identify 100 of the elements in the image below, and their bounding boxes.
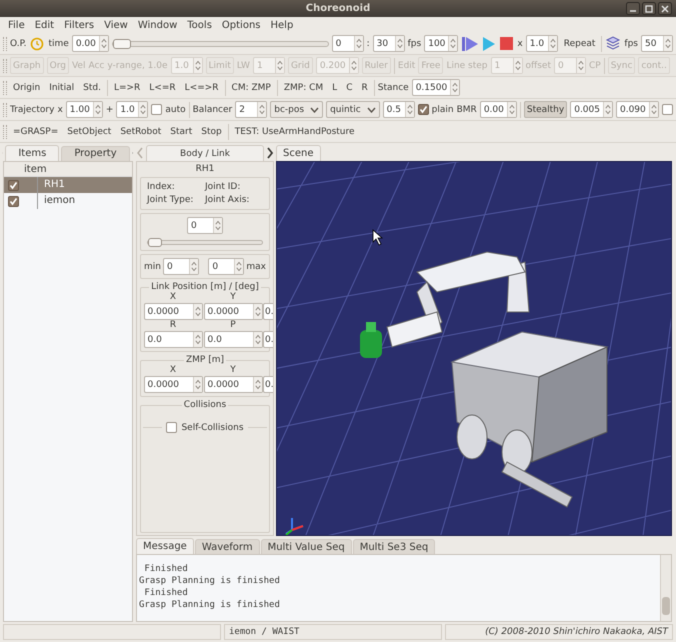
- chevron-right-icon[interactable]: [266, 147, 274, 159]
- spin-arrows-icon[interactable]: [192, 304, 202, 319]
- toolbar-grip[interactable]: [3, 124, 7, 138]
- toolbar-button[interactable]: L=>R: [110, 79, 144, 96]
- spin-arrows-icon[interactable]: [252, 332, 262, 347]
- spin-box[interactable]: 0.: [263, 303, 273, 320]
- menu-item[interactable]: File: [3, 20, 30, 30]
- toolbar-button[interactable]: Repeat: [560, 35, 598, 52]
- slider-thumb[interactable]: [112, 38, 131, 48]
- toolbar-button[interactable]: L<=R: [146, 79, 179, 96]
- checkbox[interactable]: [8, 180, 19, 190]
- menu-item[interactable]: View: [99, 20, 133, 30]
- time-slider[interactable]: [112, 40, 329, 46]
- toolbar-button[interactable]: Stop: [198, 123, 225, 140]
- spin-arrows-icon[interactable]: [138, 102, 148, 117]
- toolbar-button[interactable]: Initial: [46, 79, 78, 96]
- toolbar-grip[interactable]: [3, 36, 7, 50]
- toolbar-button[interactable]: SetRobot: [117, 123, 164, 140]
- checkbox[interactable]: [151, 104, 162, 115]
- joint-slider[interactable]: [147, 240, 263, 245]
- spin-arrows-icon[interactable]: [192, 332, 202, 347]
- panel-tab[interactable]: Property: [61, 146, 130, 160]
- spin-arrows-icon[interactable]: [257, 102, 266, 117]
- spin-box[interactable]: 2: [235, 101, 268, 118]
- slider-thumb[interactable]: [148, 238, 162, 247]
- play-icon[interactable]: [461, 36, 480, 52]
- checkbox[interactable]: [8, 196, 19, 206]
- menu-item[interactable]: Window: [132, 20, 182, 30]
- toolbar-button[interactable]: Start: [167, 123, 196, 140]
- stop-icon[interactable]: [499, 36, 514, 51]
- toolbar-button[interactable]: TEST: UseArmHandPosture: [232, 123, 358, 140]
- menu-item[interactable]: Help: [266, 20, 298, 30]
- caret-icon[interactable]: [310, 106, 320, 112]
- spin-box[interactable]: 0.0000: [204, 303, 262, 320]
- spin-arrows-icon[interactable]: [663, 36, 672, 51]
- spin-box[interactable]: 0: [187, 217, 223, 234]
- tree-row[interactable]: iemon: [4, 193, 132, 209]
- menu-item[interactable]: Tools: [182, 20, 217, 30]
- spin-arrows-icon[interactable]: [213, 218, 222, 233]
- spin-box[interactable]: 1.00: [66, 101, 103, 118]
- spin-arrows-icon[interactable]: [404, 102, 414, 117]
- spin-box[interactable]: 0.090: [616, 101, 659, 118]
- checkbox[interactable]: [418, 104, 429, 115]
- tree-row[interactable]: RH1: [4, 177, 132, 193]
- panel-tab[interactable]: Multi Se3 Seq: [352, 539, 436, 554]
- column-header[interactable]: item: [4, 162, 132, 177]
- spin-box[interactable]: 0: [332, 35, 364, 52]
- spin-arrows-icon[interactable]: [98, 36, 108, 51]
- spin-arrows-icon[interactable]: [192, 377, 202, 392]
- spin-box[interactable]: 30: [372, 35, 405, 52]
- spin-box[interactable]: 1.0: [526, 35, 558, 52]
- spin-arrows-icon[interactable]: [188, 259, 198, 274]
- spin-box[interactable]: 1.0: [116, 101, 148, 118]
- layers-icon[interactable]: [605, 36, 622, 51]
- spin-box[interactable]: 0.0: [144, 331, 202, 348]
- menu-item[interactable]: Filters: [59, 20, 100, 30]
- toolbar-grip[interactable]: [3, 80, 7, 94]
- toolbar-button[interactable]: CM: ZMP: [228, 79, 274, 96]
- clock-icon[interactable]: [29, 36, 46, 50]
- panel-tab[interactable]: Waveform: [194, 539, 260, 554]
- spin-box[interactable]: 0.0000: [144, 303, 202, 320]
- dropdown[interactable]: quintic: [326, 101, 380, 118]
- spin-box[interactable]: 0.: [263, 376, 273, 393]
- spin-arrows-icon[interactable]: [92, 102, 102, 117]
- spin-box[interactable]: 0.00: [480, 101, 517, 118]
- toolbar-button[interactable]: Stealthy: [524, 101, 568, 118]
- panel-tab[interactable]: Message: [136, 538, 194, 554]
- spin-box[interactable]: 0.1500: [412, 79, 460, 96]
- checkbox[interactable]: [166, 422, 178, 433]
- panel-tab[interactable]: Items: [5, 145, 60, 161]
- spin-arrows-icon[interactable]: [354, 36, 363, 51]
- spin-arrows-icon[interactable]: [548, 36, 557, 51]
- close-icon[interactable]: [658, 2, 672, 15]
- toolbar-button[interactable]: Std.: [80, 79, 104, 96]
- spin-box[interactable]: 100: [424, 35, 458, 52]
- spin-box[interactable]: 0: [208, 258, 244, 275]
- panel-tab[interactable]: Body / Link: [146, 145, 264, 161]
- chevron-left-icon[interactable]: [136, 147, 144, 159]
- play-icon[interactable]: [482, 36, 496, 52]
- toolbar-button[interactable]: R: [358, 79, 371, 96]
- spin-arrows-icon[interactable]: [448, 36, 458, 51]
- spin-box[interactable]: 0.0: [204, 331, 262, 348]
- spin-box[interactable]: 0.5: [382, 101, 415, 118]
- dropdown[interactable]: bc-pos: [270, 101, 324, 118]
- toolbar-button[interactable]: L<=>R: [182, 79, 222, 96]
- minimize-icon[interactable]: [626, 2, 640, 15]
- toolbar-button[interactable]: SetObject: [64, 123, 114, 140]
- spin-box[interactable]: 0.005: [570, 101, 613, 118]
- spin-box[interactable]: 0.0000: [204, 376, 262, 393]
- spin-arrows-icon[interactable]: [602, 102, 612, 117]
- toolbar-button[interactable]: =GRASP=: [10, 123, 62, 140]
- spin-arrows-icon[interactable]: [252, 377, 262, 392]
- toolbar-button[interactable]: Origin: [10, 79, 44, 96]
- checkbox[interactable]: [662, 104, 673, 115]
- spin-arrows-icon[interactable]: [450, 80, 460, 95]
- menu-item[interactable]: Edit: [30, 20, 60, 30]
- scrollbar-thumb[interactable]: [662, 597, 670, 615]
- spin-box[interactable]: 0.: [263, 331, 273, 348]
- 3d-scene-view[interactable]: [276, 161, 672, 536]
- spin-box[interactable]: 0.0000: [144, 376, 202, 393]
